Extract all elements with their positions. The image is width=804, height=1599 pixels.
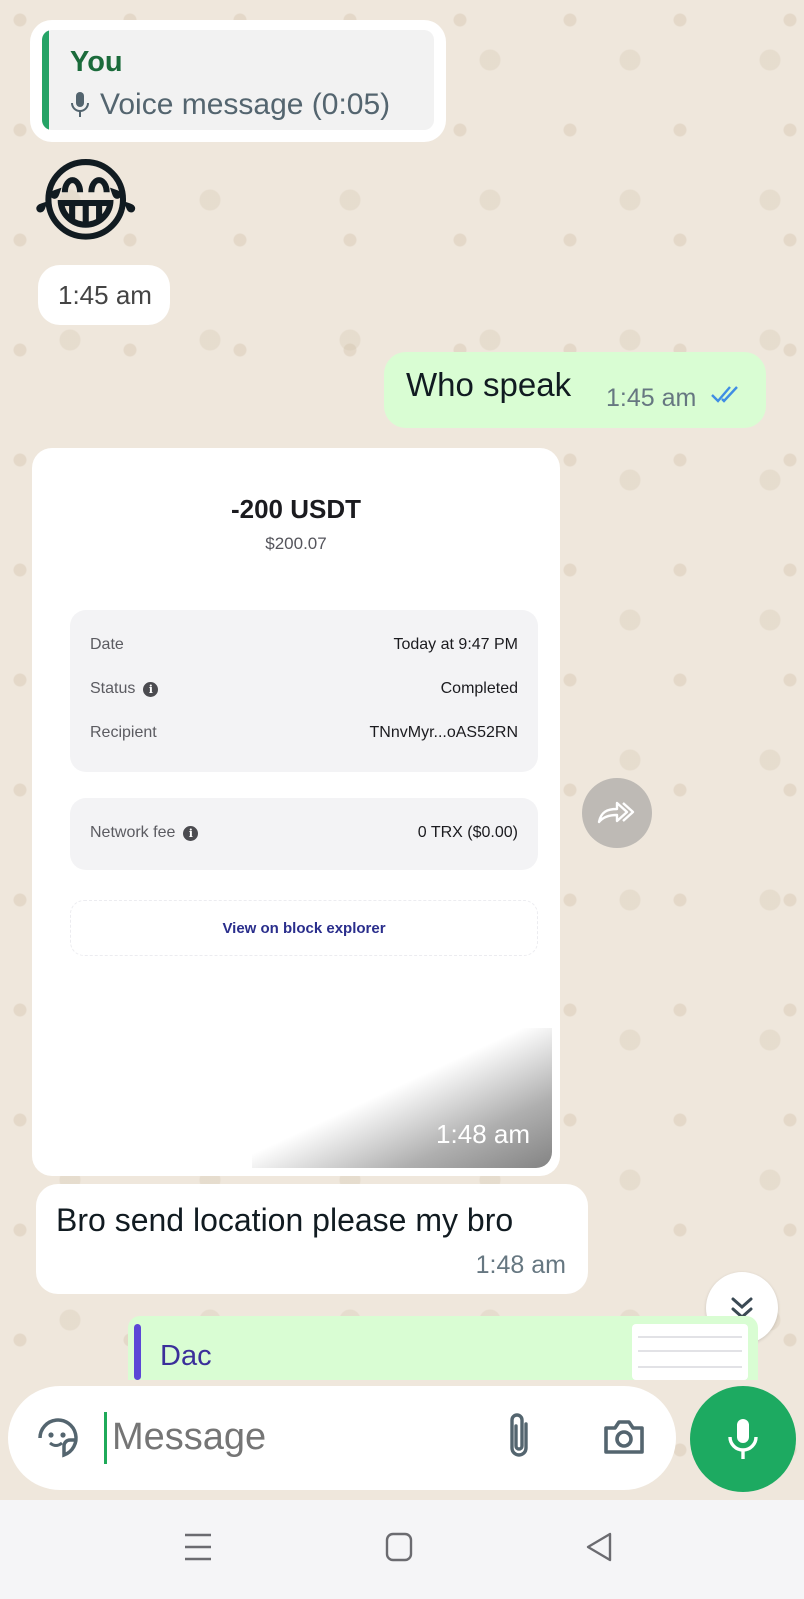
detail-value: 0 TRX ($0.00): [417, 824, 518, 841]
detail-label: Recipient: [90, 724, 157, 741]
transaction-details-card: Date Today at 9:47 PM Status i Completed …: [70, 610, 538, 772]
transaction-amount: -200 USDT: [230, 494, 362, 524]
incoming-message-time: 1:48 am: [475, 1251, 566, 1279]
detail-row-recipient: Recipient TNnvMyr...oAS52RN: [90, 724, 518, 742]
attachment-icon[interactable]: [504, 1410, 534, 1462]
detail-row-status: Status i Completed: [90, 680, 518, 698]
camera-icon[interactable]: [602, 1416, 646, 1456]
reply-thumbnail: [632, 1324, 748, 1380]
detail-label: Date: [90, 636, 124, 653]
detail-label: Status: [90, 680, 136, 697]
block-explorer-link: View on block explorer: [70, 900, 538, 956]
forward-icon: [597, 801, 635, 824]
image-message-time: 1:48 am: [436, 1119, 530, 1149]
reply-author: Dac: [160, 1340, 212, 1372]
incoming-message-text: Bro send location please my bro: [56, 1202, 514, 1238]
incoming-message-bubble[interactable]: Bro send location please my bro 1:48 am: [36, 1184, 588, 1294]
detail-value: TNnvMyr...oAS52RN: [369, 724, 518, 741]
laughing-emoji-message[interactable]: 😂: [32, 150, 140, 254]
mic-icon: [71, 92, 89, 117]
quote-block[interactable]: You Voice message (0:05): [42, 30, 434, 130]
quote-author: You: [70, 46, 123, 78]
detail-value: Completed: [440, 680, 518, 697]
quote-text-row: Voice message (0:05): [70, 88, 390, 122]
recent-apps-icon[interactable]: [182, 1530, 214, 1564]
double-check-icon: [711, 386, 738, 403]
system-navigation-bar: [0, 1500, 804, 1599]
info-icon: i: [143, 681, 159, 697]
info-icon: i: [183, 825, 199, 841]
message-composer: [8, 1386, 676, 1490]
detail-row-date: Date Today at 9:47 PM: [90, 636, 518, 654]
voice-record-button[interactable]: [690, 1386, 796, 1492]
message-input[interactable]: [112, 1416, 472, 1459]
transaction-amount-usd: $200.07: [265, 534, 327, 553]
emoji-time-bubble: 1:45 am: [38, 265, 170, 325]
back-icon[interactable]: [584, 1530, 614, 1564]
reply-preview[interactable]: Dac: [128, 1316, 758, 1380]
image-message-bubble[interactable]: -200 USDT $200.07 Date Today at 9:47 PM …: [32, 448, 560, 1176]
detail-row-fee: Network fee i 0 TRX ($0.00): [90, 824, 518, 842]
detail-label: Network fee: [90, 824, 176, 841]
quote-text: Voice message (0:05): [100, 88, 391, 121]
transaction-screenshot[interactable]: -200 USDT $200.07 Date Today at 9:47 PM …: [40, 456, 552, 1168]
outgoing-message-bubble[interactable]: Who speak 1:45 am: [384, 352, 766, 428]
quoted-voice-message-bubble[interactable]: You Voice message (0:05): [30, 20, 446, 142]
text-cursor: [104, 1412, 107, 1464]
reply-bar: [134, 1324, 141, 1380]
detail-value: Today at 9:47 PM: [393, 636, 518, 653]
quote-bar: [42, 30, 49, 130]
sticker-icon[interactable]: [34, 1414, 82, 1462]
outgoing-message-text: Who speak: [406, 366, 572, 403]
forward-button[interactable]: [582, 778, 652, 848]
outgoing-message-time: 1:45 am: [606, 384, 697, 412]
emoji-message-time: 1:45 am: [58, 280, 152, 310]
network-fee-card: Network fee i 0 TRX ($0.00): [70, 798, 538, 870]
mic-icon: [728, 1419, 758, 1459]
home-icon[interactable]: [384, 1530, 414, 1564]
